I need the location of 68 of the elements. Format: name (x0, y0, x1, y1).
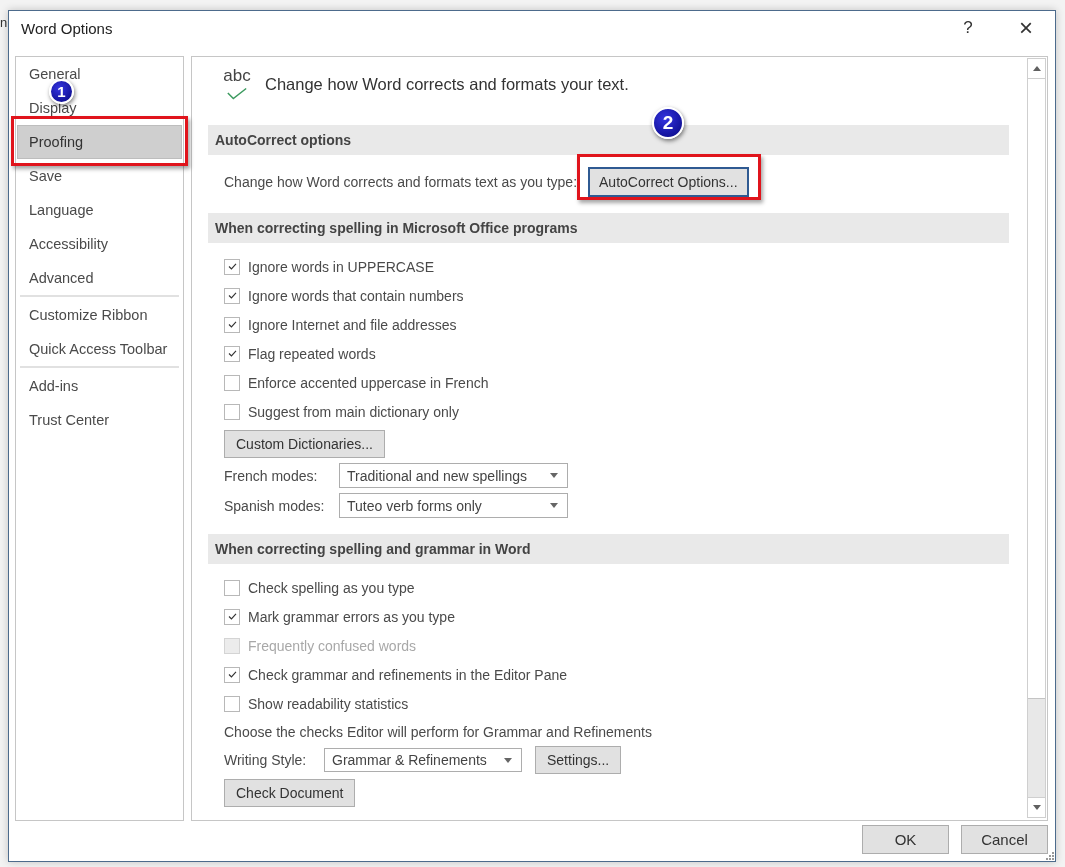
category-item[interactable]: Accessibility (17, 227, 182, 261)
up-arrow-icon (1032, 66, 1041, 71)
window-title: Word Options (21, 20, 113, 38)
help-button[interactable]: ? (945, 11, 991, 45)
checkmark-icon (227, 263, 237, 270)
category-item[interactable]: Language (17, 193, 182, 227)
checkmark-icon (227, 613, 237, 620)
dropdown[interactable]: Traditional and new spellings (339, 463, 568, 488)
field-label: Writing Style: (224, 752, 308, 768)
checkbox[interactable] (224, 316, 240, 333)
checkbox-label: Suggest from main dictionary only (248, 403, 459, 420)
step-badge: 1 (49, 79, 74, 104)
checkbox-label: Ignore words that contain numbers (248, 287, 464, 304)
close-button[interactable]: × (1003, 11, 1049, 45)
category-item[interactable]: Proofing (17, 125, 182, 159)
dropdown[interactable]: Tuteo verb forms only (339, 493, 568, 518)
checkbox[interactable] (224, 345, 240, 362)
field-label: French modes: (224, 467, 319, 484)
category-item[interactable]: Customize Ribbon (17, 298, 182, 332)
category-item[interactable]: Save (17, 159, 182, 193)
checkbox[interactable] (224, 608, 240, 625)
dialog-button[interactable]: Cancel (961, 825, 1048, 854)
checkbox-label: Flag repeated words (248, 345, 376, 362)
checkbox[interactable] (224, 666, 240, 683)
checkbox[interactable] (224, 258, 240, 275)
checkbox-label: Check grammar and refinements in the Editor Pane (248, 666, 568, 683)
resize-grip-icon[interactable] (1044, 850, 1054, 860)
checkbox-label: Mark grammar errors as you type (248, 608, 455, 625)
category-item[interactable]: Add-ins (17, 369, 182, 403)
checkbox[interactable] (224, 287, 240, 304)
option-label: Change how Word corrects and formats text as you type: (224, 174, 578, 190)
scroll-down-button[interactable] (1028, 797, 1045, 817)
background-text: n (0, 15, 8, 30)
checkbox-label: Ignore Internet and file addresses (248, 316, 457, 333)
scroll-up-button[interactable] (1028, 59, 1045, 79)
checkbox-label: Check spelling as you type (248, 579, 415, 596)
panel-heading: Change how Word corrects and formats your text. (265, 74, 629, 94)
action-button[interactable]: Custom Dictionaries... (224, 430, 385, 458)
caret-icon (504, 757, 512, 763)
category-item[interactable]: Quick Access Toolbar (17, 332, 182, 366)
checkbox[interactable] (224, 374, 240, 391)
checkbox[interactable] (224, 579, 240, 596)
dialog-button[interactable]: OK (862, 825, 949, 854)
action-button[interactable]: Check Document (224, 779, 356, 807)
checkmark-icon (227, 350, 237, 357)
category-item[interactable]: Trust Center (17, 403, 182, 437)
category-item[interactable]: Advanced (17, 261, 182, 295)
checkbox[interactable] (224, 403, 240, 420)
checkmark-icon (227, 321, 237, 328)
checkbox-label: Show readability statistics (248, 695, 409, 712)
hint-text: Choose the checks Editor will perform for Grammar and Refinements (224, 723, 652, 740)
autocorrect-options-button[interactable]: AutoCorrect Options... (588, 167, 749, 197)
checkbox[interactable] (224, 695, 240, 712)
settings-button[interactable]: Settings... (535, 746, 622, 774)
caret-icon (550, 503, 558, 508)
scroll-thumb[interactable] (1028, 79, 1045, 700)
checkbox-label: Ignore words in UPPERCASE (248, 258, 434, 275)
checkbox-label: Frequently confused words (248, 637, 417, 654)
section-header: When correcting spelling in Microsoft Office programs (208, 213, 1009, 243)
vertical-scrollbar[interactable] (1027, 58, 1046, 818)
dropdown[interactable]: Grammar & Refinements (324, 748, 522, 772)
caret-icon (550, 473, 558, 478)
field-label: Spanish modes: (224, 497, 326, 514)
down-arrow-icon (1032, 805, 1041, 810)
checkmark-icon (227, 292, 237, 299)
section-header: When correcting spelling and grammar in Word (208, 534, 1009, 564)
checkbox-label: Enforce accented uppercase in French (248, 374, 489, 391)
checkmark-icon (227, 671, 237, 678)
